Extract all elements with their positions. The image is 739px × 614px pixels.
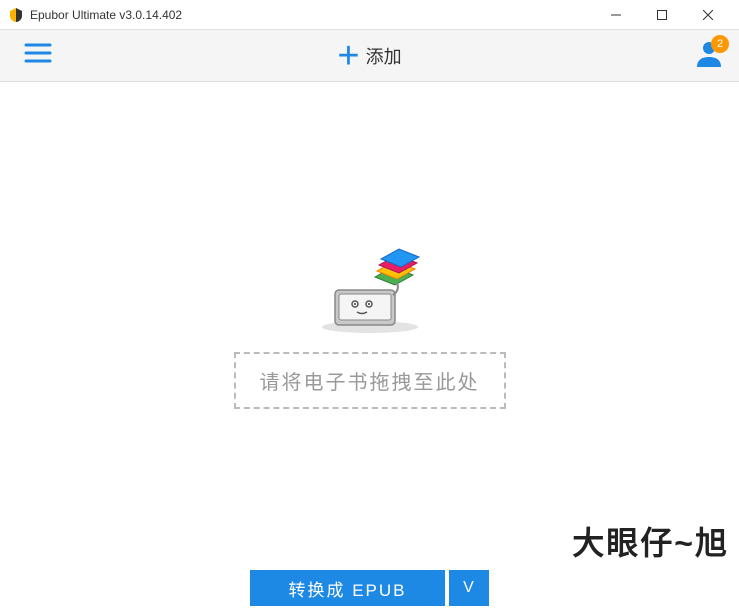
close-button[interactable] (685, 0, 731, 30)
toolbar: + 添加 2 (0, 30, 739, 82)
chevron-down-icon: V (463, 579, 474, 597)
maximize-button[interactable] (639, 0, 685, 30)
drop-illustration-icon (315, 235, 425, 340)
convert-button[interactable]: 转换成 EPUB (250, 570, 444, 606)
convert-format-dropdown[interactable]: V (449, 570, 489, 606)
user-button[interactable]: 2 (695, 39, 723, 72)
plus-icon: + (337, 37, 359, 75)
main-drop-area[interactable]: 请将电子书拖拽至此处 (0, 82, 739, 562)
add-button[interactable]: + 添加 (337, 37, 401, 75)
window-title: Epubor Ultimate v3.0.14.402 (30, 8, 593, 22)
convert-label: 转换成 EPUB (288, 576, 406, 601)
window-controls (593, 0, 731, 30)
bottom-bar: 转换成 EPUB V (0, 562, 739, 614)
minimize-button[interactable] (593, 0, 639, 30)
title-bar: Epubor Ultimate v3.0.14.402 (0, 0, 739, 30)
app-icon (8, 7, 24, 23)
convert-button-group: 转换成 EPUB V (250, 570, 488, 606)
drop-hint-text: 请将电子书拖拽至此处 (260, 372, 480, 394)
hamburger-menu-button[interactable] (16, 34, 60, 77)
notification-badge: 2 (711, 35, 729, 53)
add-label: 添加 (366, 43, 402, 69)
drop-hint-box: 请将电子书拖拽至此处 (234, 352, 506, 409)
